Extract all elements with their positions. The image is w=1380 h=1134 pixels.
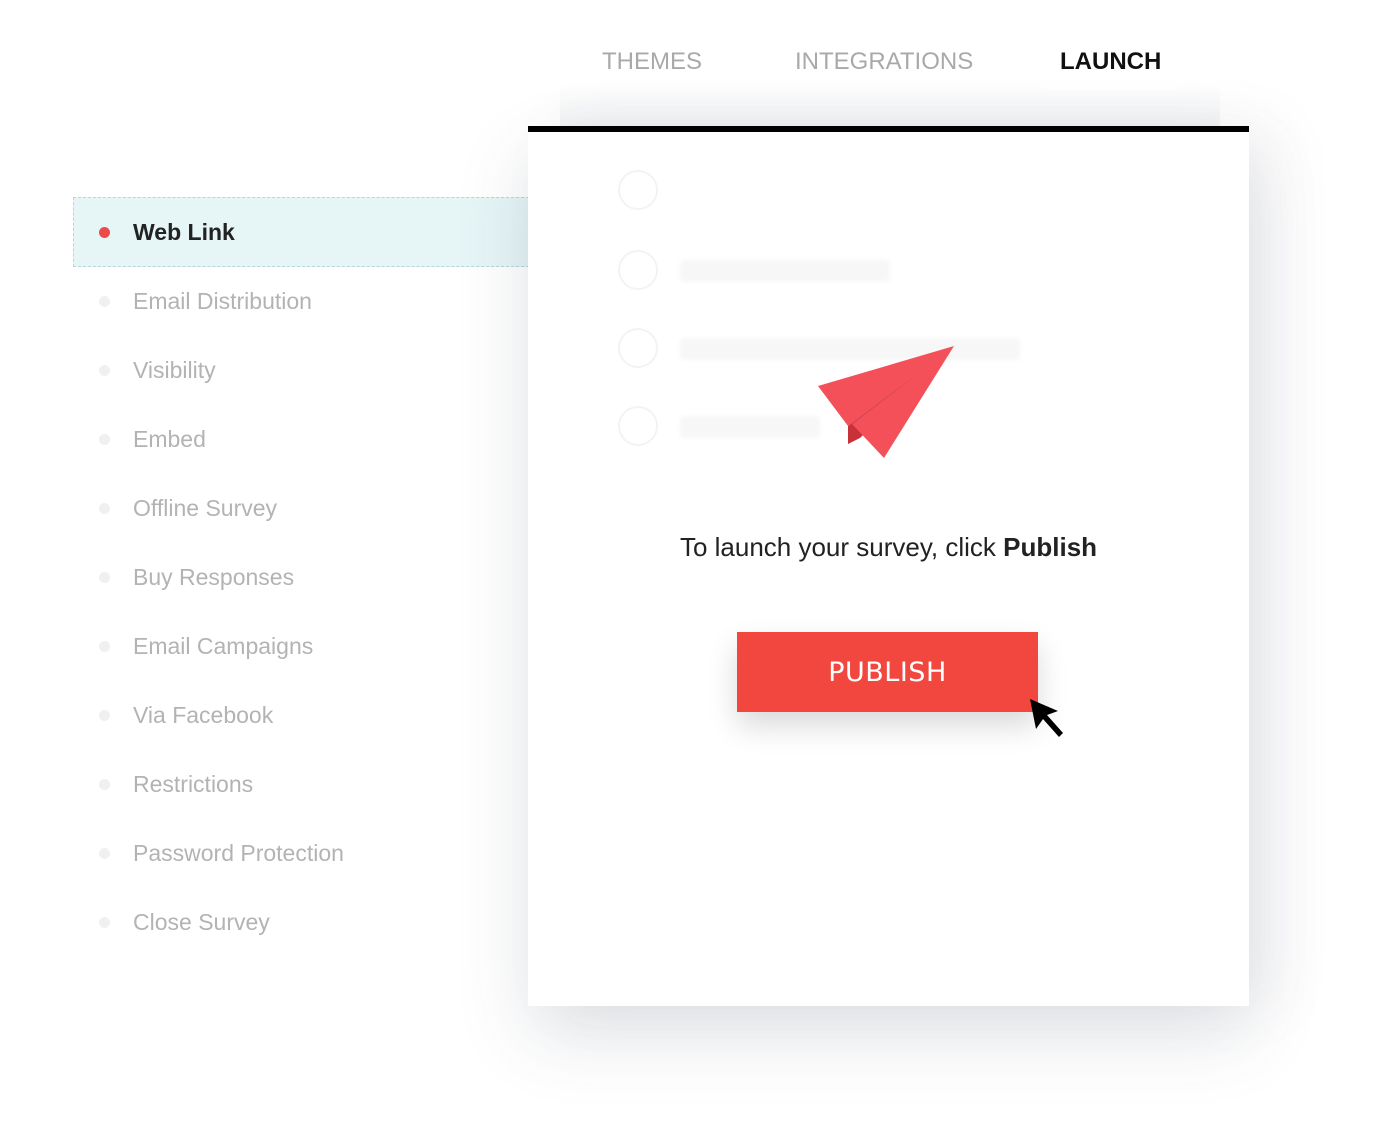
instruction-emphasis: Publish: [1003, 532, 1098, 562]
launch-panel: To launch your survey, click Publish PUB…: [528, 126, 1249, 1006]
sidebar-item-close-survey[interactable]: Close Survey: [73, 888, 529, 957]
tab-themes[interactable]: THEMES: [602, 48, 702, 76]
sidebar-item-via-facebook[interactable]: Via Facebook: [73, 681, 529, 750]
dot-icon: [99, 917, 110, 928]
tab-launch[interactable]: LAUNCH: [1042, 48, 1180, 90]
sidebar-item-label: Buy Responses: [133, 564, 295, 590]
faded-text-bar: [680, 260, 890, 282]
sidebar-item-label: Embed: [133, 426, 206, 452]
sidebar-item-buy-responses[interactable]: Buy Responses: [73, 543, 529, 612]
sidebar-item-restrictions[interactable]: Restrictions: [73, 750, 529, 819]
paper-plane-icon: [818, 346, 954, 458]
sidebar-item-label: Email Distribution: [133, 288, 312, 314]
sidebar-item-email-campaigns[interactable]: Email Campaigns: [73, 612, 529, 681]
radio-circle-icon: [618, 328, 658, 368]
sidebar-item-label: Visibility: [133, 357, 216, 383]
dot-icon: [99, 503, 110, 514]
tab-integrations[interactable]: INTEGRATIONS: [795, 48, 973, 76]
radio-circle-icon: [618, 170, 658, 210]
radio-circle-icon: [618, 250, 658, 290]
dot-icon: [99, 296, 110, 307]
launch-options-sidebar: Web Link Email Distribution Visibility E…: [73, 197, 529, 957]
dot-icon: [99, 572, 110, 583]
sidebar-item-web-link[interactable]: Web Link: [73, 197, 529, 267]
sidebar-item-label: Restrictions: [133, 771, 254, 797]
sidebar-item-label: Password Protection: [133, 840, 344, 866]
active-dot-icon: [99, 226, 110, 238]
dot-icon: [99, 848, 110, 859]
tab-bar: THEMES INTEGRATIONS LAUNCH: [560, 30, 1220, 126]
instruction-text: To launch your survey, click: [679, 532, 1004, 562]
sidebar-item-label: Email Campaigns: [133, 633, 314, 659]
dot-icon: [99, 365, 110, 376]
sidebar-item-email-distribution[interactable]: Email Distribution: [73, 267, 529, 336]
sidebar-item-embed[interactable]: Embed: [73, 405, 529, 474]
dot-icon: [99, 779, 110, 790]
dot-icon: [99, 710, 110, 721]
radio-circle-icon: [618, 406, 658, 446]
sidebar-item-password-protection[interactable]: Password Protection: [73, 819, 529, 888]
sidebar-item-visibility[interactable]: Visibility: [73, 336, 529, 405]
dot-icon: [99, 434, 110, 445]
sidebar-item-label: Offline Survey: [133, 495, 278, 521]
mouse-pointer-icon: [1030, 699, 1063, 737]
sidebar-item-offline-survey[interactable]: Offline Survey: [73, 474, 529, 543]
sidebar-item-label: Via Facebook: [133, 702, 274, 728]
sidebar-item-label: Web Link: [133, 218, 235, 245]
dot-icon: [99, 641, 110, 652]
faded-text-bar: [680, 416, 820, 438]
publish-button[interactable]: PUBLISH: [737, 632, 1038, 712]
sidebar-item-label: Close Survey: [133, 909, 270, 935]
launch-instruction: To launch your survey, click Publish: [528, 532, 1249, 563]
